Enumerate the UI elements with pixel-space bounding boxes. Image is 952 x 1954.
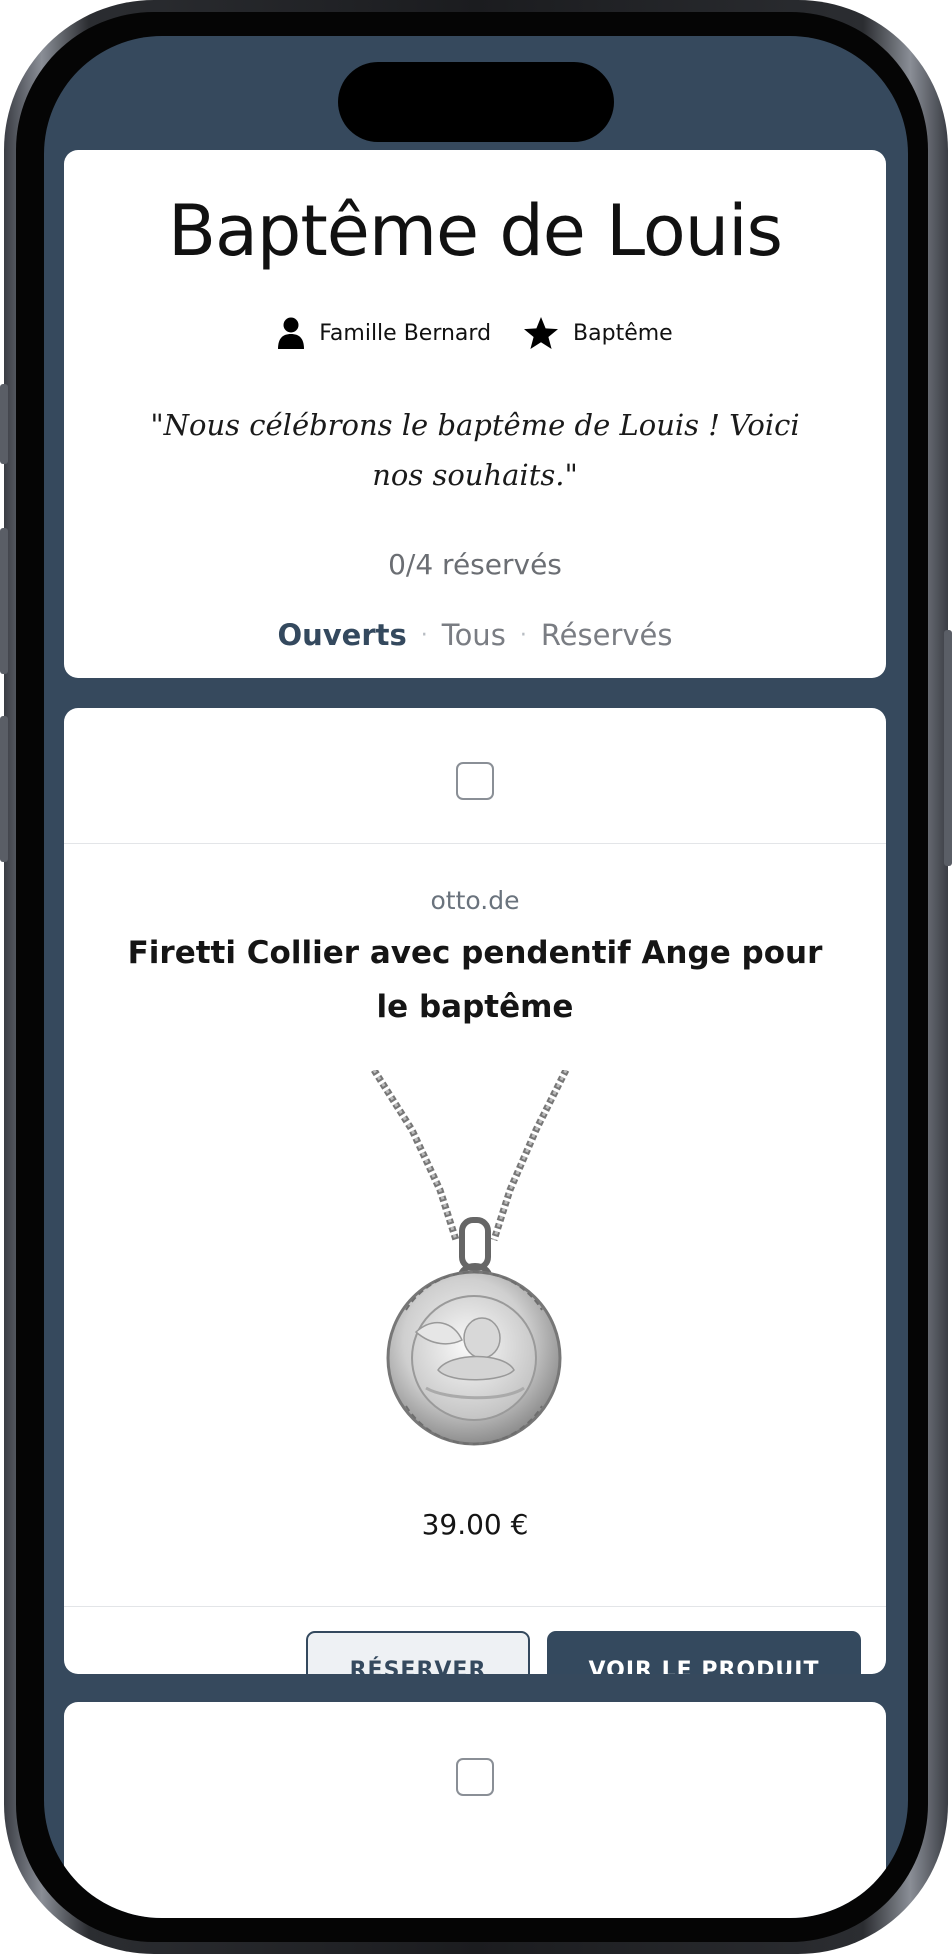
page-title: Baptême de Louis — [168, 190, 783, 272]
item-select-row — [64, 708, 886, 844]
phone-side-button — [0, 716, 8, 862]
item-title: Firetti Collier avec pendentif Ange pour… — [127, 935, 823, 1025]
phone-side-button — [944, 630, 952, 866]
item-actions: RÉSERVER VOIR LE PRODUIT — [64, 1606, 886, 1674]
owner-label: Famille Bernard — [319, 320, 492, 346]
tab-reserved[interactable]: Réservés — [541, 618, 673, 652]
wishlist-item-card-next — [64, 1702, 886, 1918]
tab-open[interactable]: Ouverts — [277, 618, 406, 652]
item-price: 39.00 € — [421, 1508, 529, 1541]
phone-side-button — [0, 384, 8, 464]
item-store: otto.de — [430, 886, 520, 915]
view-product-button[interactable]: VOIR LE PRODUIT — [547, 1631, 861, 1674]
filter-tabs: Ouverts · Tous · Réservés — [64, 618, 886, 652]
person-icon — [277, 316, 305, 350]
wishlist-meta: Famille Bernard Baptême — [64, 316, 886, 350]
tab-all[interactable]: Tous — [442, 618, 506, 652]
event-label: Baptême — [573, 320, 673, 346]
screenshot-stage: Baptême de Louis Famille Bernard Baptême… — [0, 0, 952, 1954]
separator-dot: · — [519, 622, 527, 648]
dynamic-island — [338, 62, 614, 142]
app-screen: Baptême de Louis Famille Bernard Baptême… — [44, 36, 908, 1918]
reserved-count: 0/4 réservés — [388, 548, 562, 581]
reserve-button[interactable]: RÉSERVER — [306, 1631, 530, 1674]
separator-dot: · — [420, 622, 428, 648]
wishlist-message: "Nous célébrons le baptême de Louis ! Vo… — [150, 408, 800, 492]
meta-owner: Famille Bernard — [277, 316, 491, 350]
wishlist-item-card: otto.de Firetti Collier avec pendentif A… — [64, 708, 886, 1674]
product-image — [371, 1070, 570, 1446]
phone-side-button — [0, 528, 8, 674]
meta-event: Baptême — [523, 316, 673, 350]
item-checkbox[interactable] — [456, 1758, 494, 1796]
wishlist-header-card: Baptême de Louis Famille Bernard Baptême… — [64, 150, 886, 678]
star-icon — [523, 316, 559, 350]
item-checkbox[interactable] — [456, 762, 494, 800]
